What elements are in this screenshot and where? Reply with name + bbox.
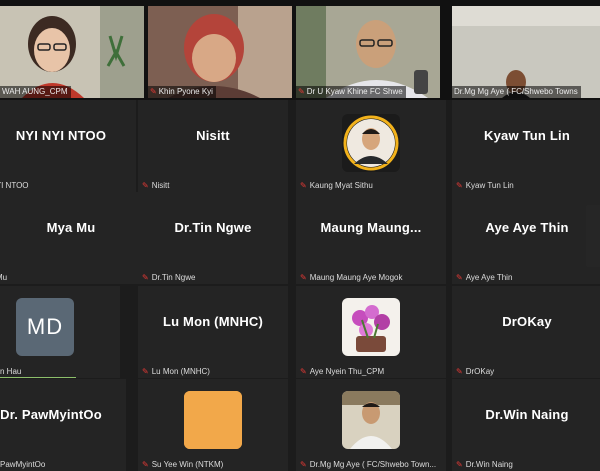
participant-display-name: Kyaw Tun Lin [484,128,570,143]
mic-muted-icon: ✎ [456,460,463,469]
participant-name-label: ✎ Nisitt [142,181,170,190]
participant-video [296,6,440,98]
avatar-initials: MD [26,314,64,339]
participant-tile[interactable]: Kyaw Tun Lin ✎ Kyaw Tun Lin [452,100,600,192]
participant-display-name: DrOKay [502,314,552,329]
participant-name-label: Mu [0,273,8,282]
participant-gallery: NYI NYI NTOO NYI NTOO Nisitt ✎Nisitt ✎Ka… [0,100,600,471]
participant-display-name: Dr.Tin Ngwe [174,220,252,235]
participant-video [148,6,292,98]
video-tile-active-speaker[interactable]: Dr.Mg Mg Aye ( FC/Shwebo Towns [452,6,600,98]
participant-tile[interactable]: DrOKay ✎ DrOKay [452,286,600,378]
participant-tile[interactable]: ✎ Su Yee Win (NTKM) [138,379,288,471]
participant-tile[interactable]: ✎ Kaung Myat Sithu [296,100,446,192]
participant-avatar [342,114,400,172]
participant-name-label: ✎ Aye Aye Thin [456,273,513,282]
participant-avatar [184,391,242,449]
participant-display-name: Aye Aye Thin [485,220,569,235]
participant-display-name: NYI NYI NTOO [15,128,107,143]
participant-tile[interactable]: Dr.Win Naing ✎ Dr.Win Naing [452,379,600,471]
mic-muted-icon: ✎ [150,87,157,96]
participant-name-label: ✎ Dr.Win Naing [456,460,513,469]
participant-tile[interactable]: Dr. PawMyintOo PawMyintOo [0,379,126,471]
participant-display-name: Lu Mon (MNHC) [162,314,264,329]
participant-tile[interactable]: MD n Hau [0,286,120,378]
video-tile[interactable]: WAH AUNG_CPM [0,6,144,98]
divider [0,377,76,378]
participant-video [0,6,144,98]
participant-name-label: ✎ Dr.Tin Ngwe [142,273,196,282]
participant-name-label: ✎ DrOKay [456,367,495,376]
participant-name-label: ✎ Khin Pyone Kyi [148,86,216,98]
participant-tile[interactable]: NYI NYI NTOO NYI NTOO [0,100,136,192]
participant-name-label: ✎ Dr.Mg Mg Aye ( FC/Shwebo Town... [300,460,437,469]
participant-display-name: Maung Maung... [320,220,422,235]
video-strip: WAH AUNG_CPM ✎ Khin Pyone Kyi ✎ Dr U Kyaw … [0,0,600,100]
mic-muted-icon: ✎ [300,460,307,469]
participant-name-label: ✎ Maung Maung Aye Mogok [300,273,403,282]
participant-name-label: ✎ Kyaw Tun Lin [456,181,514,190]
video-tile[interactable]: ✎ Khin Pyone Kyi [148,6,292,98]
flowers-photo-icon [342,298,400,356]
participant-name-label: PawMyintOo [0,460,46,469]
participant-name-label: ✎ Su Yee Win (NTKM) [142,460,224,469]
participant-name-label: Dr.Mg Mg Aye ( FC/Shwebo Towns [452,86,581,98]
participant-name-label: NYI NTOO [0,181,29,190]
mic-muted-icon: ✎ [142,273,149,282]
participant-name-label: ✎ Aye Nyein Thu_CPM [300,367,385,376]
participant-avatar: MD [16,298,74,356]
blank-avatar-icon [184,391,242,449]
participant-tile[interactable]: Nisitt ✎ Nisitt [138,100,288,192]
mic-muted-icon: ✎ [456,273,463,282]
gallery-scroll-handle[interactable] [586,205,600,267]
participant-tile[interactable]: ✎ Aye Nyein Thu_CPM [296,286,446,378]
mic-muted-icon: ✎ [300,273,307,282]
participant-avatar [342,391,400,449]
participant-name-label: ✎ Lu Mon (MNHC) [142,367,210,376]
participant-tile[interactable]: Dr.Tin Ngwe ✎ Dr.Tin Ngwe [138,192,288,284]
participant-name-label: ✎ Dr U Kyaw Khine FC Shwe [296,86,406,98]
mic-muted-icon: ✎ [142,367,149,376]
mic-muted-icon: ✎ [142,181,149,190]
participant-tile[interactable]: Aye Aye Thin ✎ Aye Aye Thin [452,192,600,284]
participant-name-label: n Hau [0,367,22,376]
mic-muted-icon: ✎ [298,87,305,96]
participant-display-name: Dr. PawMyintOo [0,407,102,422]
participant-avatar [342,298,400,356]
mic-muted-icon: ✎ [300,367,307,376]
participant-tile[interactable]: ✎ Dr.Mg Mg Aye ( FC/Shwebo Town... [296,379,446,471]
participant-display-name: Mya Mu [46,220,96,235]
profile-photo-icon [342,391,400,449]
mic-muted-icon: ✎ [456,181,463,190]
profile-photo-icon [342,114,400,172]
video-tile[interactable]: ✎ Dr U Kyaw Khine FC Shwe [296,6,440,98]
participant-tile[interactable]: Mya Mu Mu [0,192,146,284]
participant-name-label: ✎ Kaung Myat Sithu [300,181,373,190]
mic-muted-icon: ✎ [300,181,307,190]
participant-video [452,6,600,98]
participant-display-name: Dr.Win Naing [485,407,569,422]
participant-tile[interactable]: Maung Maung... ✎ Maung Maung Aye Mogok [296,192,446,284]
mic-muted-icon: ✎ [142,460,149,469]
mic-muted-icon: ✎ [456,367,463,376]
participant-name-label: WAH AUNG_CPM [0,86,71,98]
participant-display-name: Nisitt [196,128,230,143]
participant-tile[interactable]: Lu Mon (MNHC) ✎ Lu Mon (MNHC) [138,286,288,378]
